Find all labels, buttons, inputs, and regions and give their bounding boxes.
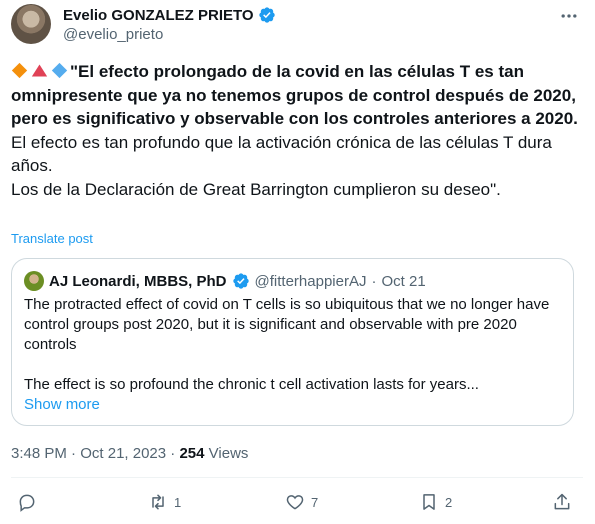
author-handle[interactable]: @evelio_prieto [63, 26, 163, 43]
quoted-tweet-header: AJ Leonardi, MBBS, PhD @fitterhappierAJ … [24, 271, 426, 291]
more-options-icon[interactable] [559, 6, 579, 26]
action-bar: 1 7 2 [0, 492, 595, 516]
tweet-bold-text: "El efecto prolongado de la covid en las… [11, 62, 578, 128]
bookmark-icon [423, 494, 435, 510]
quoted-text-line-1: The protracted effect of covid on T cell… [24, 296, 550, 353]
orange-diamond-icon [11, 62, 28, 79]
share-icon [554, 493, 570, 510]
verified-badge-icon [258, 7, 275, 23]
red-triangle-icon [31, 64, 48, 77]
emoji-row [11, 62, 68, 79]
post-timestamp: 3:48 PM · Oct 21, 2023 · 254 Views [11, 445, 248, 462]
heart-icon [286, 495, 304, 510]
translate-post-link[interactable]: Translate post [11, 231, 93, 246]
tweet-bold-paragraph: "El efecto prolongado de la covid en las… [11, 60, 583, 131]
tweet-line-2: El efecto es tan profundo que la activac… [11, 132, 552, 176]
reply-icon [19, 494, 35, 512]
quoted-separator: · [371, 272, 377, 290]
author-name[interactable]: Evelio GONZALEZ PRIETO [63, 7, 254, 24]
views-label: Views [208, 445, 249, 462]
post-separator-2: · [170, 445, 176, 462]
divider [11, 477, 583, 478]
author-name-row[interactable]: Evelio GONZALEZ PRIETO [63, 6, 276, 24]
post-time[interactable]: 3:48 PM [11, 445, 67, 462]
quoted-date: Oct 21 [381, 272, 426, 290]
show-more-link[interactable]: Show more [24, 395, 559, 415]
bookmark-button[interactable]: 2 [419, 492, 452, 512]
like-button[interactable]: 7 [285, 492, 318, 512]
author-avatar[interactable] [11, 4, 51, 44]
quoted-tweet-text: The protracted effect of covid on T cell… [24, 295, 559, 415]
post-separator: · [71, 445, 77, 462]
share-button[interactable] [552, 492, 572, 512]
tweet-line-3: Los de la Declaración de Great Barringto… [11, 179, 501, 199]
quoted-author-name: AJ Leonardi, MBBS, PhD [49, 272, 227, 290]
quoted-author-avatar [24, 271, 44, 291]
tweet-text: "El efecto prolongado de la covid en las… [11, 60, 583, 201]
like-count: 7 [311, 494, 319, 510]
quoted-verified-badge-icon [232, 273, 249, 289]
views-count: 254 [179, 445, 205, 462]
post-date[interactable]: Oct 21, 2023 [80, 445, 166, 462]
quoted-text-line-2: The effect is so profound the chronic t … [24, 376, 479, 393]
repost-button[interactable]: 1 [148, 492, 181, 512]
repost-icon [152, 494, 164, 510]
quoted-author-handle: @fitterhappierAJ [254, 272, 367, 290]
quoted-tweet-card[interactable]: AJ Leonardi, MBBS, PhD @fitterhappierAJ … [11, 258, 574, 426]
repost-count: 1 [174, 494, 182, 510]
reply-button[interactable] [17, 492, 37, 512]
blue-diamond-icon [51, 62, 68, 79]
bookmark-count: 2 [445, 494, 453, 510]
